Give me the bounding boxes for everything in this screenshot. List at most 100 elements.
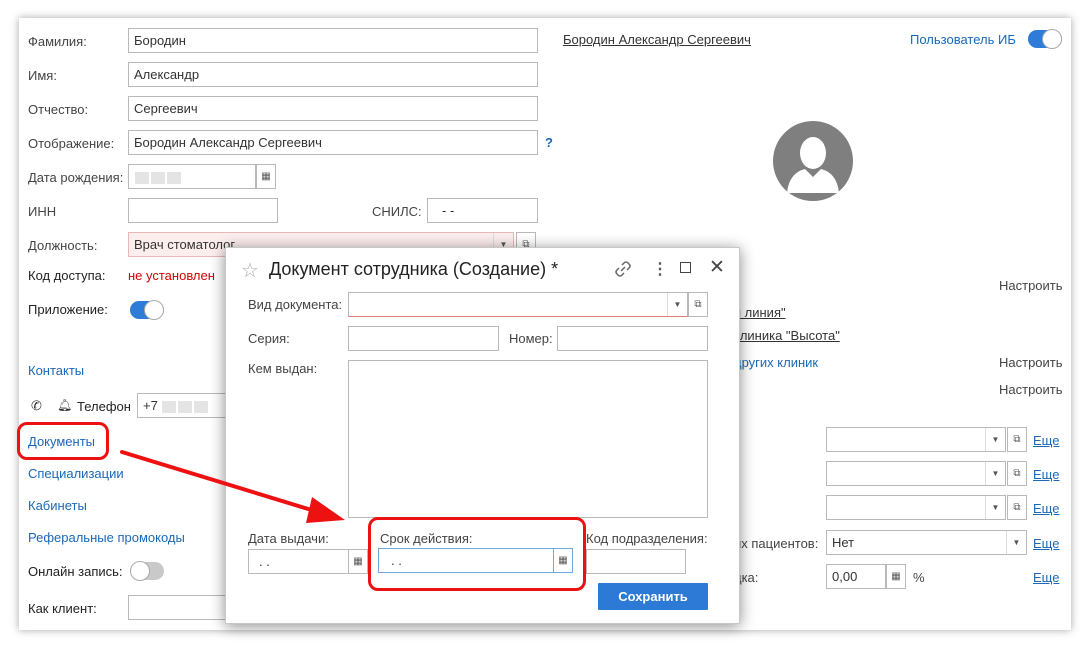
snils-input[interactable]: - -	[427, 198, 538, 223]
redacted-block	[178, 400, 193, 413]
number-label: Номер:	[509, 331, 553, 346]
contacts-link[interactable]: Контакты	[28, 363, 84, 378]
open-icon[interactable]: ⧉	[1007, 461, 1027, 486]
referral-link[interactable]: Реферальные промокоды	[28, 530, 185, 545]
issued-by-label: Кем выдан:	[248, 361, 318, 376]
setup-link-3[interactable]: Настроить	[999, 382, 1063, 397]
more-link[interactable]: Еще	[1033, 536, 1059, 551]
position-label: Должность:	[28, 238, 98, 253]
right-select-1[interactable]: ▼	[826, 427, 1006, 452]
maximize-icon[interactable]	[680, 262, 691, 273]
discount-input[interactable]: 0,00	[826, 564, 886, 589]
cabinets-link[interactable]: Кабинеты	[28, 498, 87, 513]
name-label: Имя:	[28, 68, 57, 83]
name-input[interactable]: Александр	[128, 62, 538, 87]
redacted-block	[167, 171, 181, 184]
display-label: Отображение:	[28, 136, 115, 151]
inn-label: ИНН	[28, 204, 57, 219]
clinic-line-link[interactable]: я линия"	[734, 305, 786, 320]
link-icon[interactable]	[614, 260, 632, 278]
chevron-down-icon[interactable]: ▼	[667, 293, 687, 316]
dept-code-label: Код подразделения:	[586, 531, 708, 546]
phone-icon: ✆	[31, 398, 42, 413]
open-icon[interactable]: ⧉	[688, 292, 708, 317]
dialog-title: Документ сотрудника (Создание) *	[269, 259, 559, 279]
phone-value: +7	[143, 398, 158, 413]
save-button[interactable]: Сохранить	[598, 583, 708, 610]
chevron-down-icon[interactable]: ▼	[985, 462, 1005, 485]
phone-input[interactable]: +7	[137, 393, 237, 418]
more-vert-icon[interactable]: ⋮	[652, 259, 668, 279]
ib-user-label: Пользователь ИБ	[910, 32, 1016, 47]
birthdate-label: Дата рождения:	[28, 170, 124, 185]
bell-icon: 🔔︎	[57, 398, 73, 412]
open-icon[interactable]: ⧉	[1007, 495, 1027, 520]
full-name-link[interactable]: Бородин Александр Сергеевич	[563, 32, 751, 47]
display-input[interactable]: Бородин Александр Сергеевич	[128, 130, 538, 155]
more-link[interactable]: Еще	[1033, 433, 1059, 448]
specializations-link[interactable]: Специализации	[28, 466, 124, 481]
app-toggle[interactable]	[130, 300, 164, 320]
redacted-block	[151, 171, 165, 184]
other-clinics-link[interactable]: других клиник	[734, 355, 818, 370]
right-select-2[interactable]: ▼	[826, 461, 1006, 486]
documents-highlight	[17, 422, 109, 460]
avatar[interactable]	[773, 121, 853, 201]
chevron-down-icon[interactable]: ▼	[985, 496, 1005, 519]
patients-value: Нет	[832, 535, 855, 550]
patronymic-label: Отчество:	[28, 102, 89, 117]
surname-label: Фамилия:	[28, 34, 87, 49]
snils-label: СНИЛС:	[372, 204, 422, 219]
birthdate-input[interactable]	[128, 164, 256, 189]
dept-code-input[interactable]	[586, 549, 686, 574]
series-label: Серия:	[248, 331, 290, 346]
calculator-icon[interactable]: ▦	[886, 564, 906, 589]
display-help-icon[interactable]: ?	[545, 135, 553, 150]
expiry-highlight	[368, 517, 586, 591]
surname-input[interactable]: Бородин	[128, 28, 538, 53]
percent-sign: %	[913, 570, 925, 585]
more-link[interactable]: Еще	[1033, 570, 1059, 585]
calendar-icon[interactable]: ▦	[348, 549, 368, 574]
clinic-vysota-link[interactable]: клиника "Высота"	[734, 328, 840, 343]
ib-user-toggle[interactable]	[1028, 29, 1062, 49]
calendar-icon[interactable]: ▦	[256, 164, 276, 189]
toggle-knob	[144, 300, 164, 320]
doc-type-select[interactable]: ▼	[348, 292, 688, 317]
patients-label: их пациентов:	[734, 536, 819, 551]
doc-type-label: Вид документа:	[248, 297, 343, 312]
star-icon[interactable]: ☆	[241, 258, 259, 283]
chevron-down-icon[interactable]: ▼	[1006, 531, 1026, 554]
issue-date-label: Дата выдачи:	[248, 531, 329, 546]
toggle-knob	[130, 561, 150, 581]
open-icon[interactable]: ⧉	[1007, 427, 1027, 452]
redacted-block	[162, 400, 177, 413]
close-icon[interactable]: ✕	[709, 256, 725, 279]
more-link[interactable]: Еще	[1033, 467, 1059, 482]
user-silhouette-icon	[787, 137, 839, 193]
right-select-3[interactable]: ▼	[826, 495, 1006, 520]
number-input[interactable]	[557, 326, 708, 351]
chevron-down-icon[interactable]: ▼	[985, 428, 1005, 451]
online-label: Онлайн запись:	[28, 564, 123, 579]
setup-link-2[interactable]: Настроить	[999, 355, 1063, 370]
position-value: Врач стоматолог	[134, 237, 236, 252]
toggle-knob	[1042, 29, 1062, 49]
issued-by-textarea[interactable]	[348, 360, 708, 518]
access-label: Код доступа:	[28, 268, 106, 283]
phone-label: Телефон	[77, 399, 131, 414]
client-label: Как клиент:	[28, 601, 97, 616]
patronymic-input[interactable]: Сергеевич	[128, 96, 538, 121]
more-link[interactable]: Еще	[1033, 501, 1059, 516]
series-input[interactable]	[348, 326, 499, 351]
access-value: не установлен	[128, 268, 215, 283]
redacted-block	[135, 171, 149, 184]
inn-input[interactable]	[128, 198, 278, 223]
online-toggle[interactable]	[130, 561, 164, 581]
client-input[interactable]	[128, 595, 228, 620]
redacted-block	[194, 400, 209, 413]
setup-link-1[interactable]: Настроить	[999, 278, 1063, 293]
patients-select[interactable]: Нет ▼	[826, 530, 1027, 555]
app-label: Приложение:	[28, 302, 108, 317]
issue-date-input[interactable]: . .	[248, 549, 350, 574]
